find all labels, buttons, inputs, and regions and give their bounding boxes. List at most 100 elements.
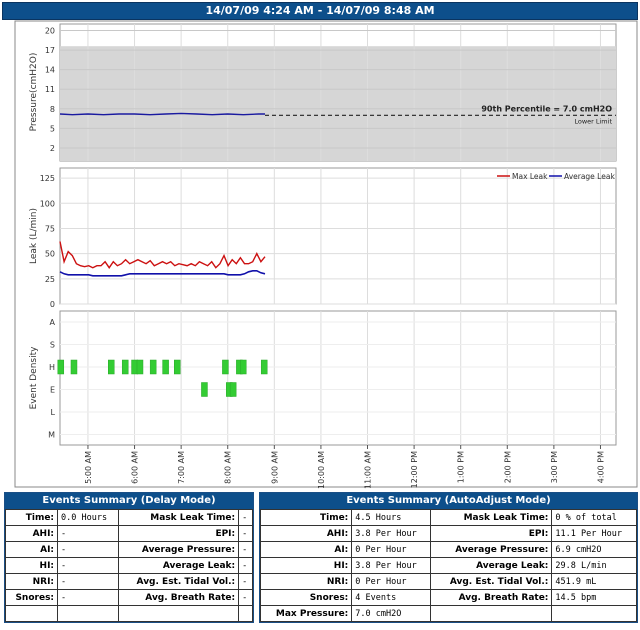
x-tick-label: 8:00 AM: [224, 451, 233, 484]
x-tick-label: 9:00 AM: [270, 451, 279, 484]
summary-label: NRI:: [4, 573, 59, 590]
event-marker: [57, 359, 65, 375]
summary-label: Snores:: [259, 589, 353, 606]
x-tick-label: 3:00 PM: [550, 451, 559, 483]
summary-label: Average Pressure:: [429, 541, 553, 558]
y-tick-label: 2: [50, 144, 55, 153]
x-tick-label: 10:00 AM: [317, 451, 326, 489]
leak-chart: 0 25 50 75 100 125 Leak (L/min) Max Leak Aver…: [29, 167, 617, 309]
summary-label: HI:: [259, 557, 353, 574]
summary-row: AI: 0 Per Hour Average Pressure: 6.9 cmH2O: [259, 541, 637, 558]
summary-value: 4 Events: [351, 589, 431, 606]
summary-row: HI: - Average Leak: -: [4, 557, 253, 574]
event-marker: [136, 359, 144, 375]
x-tick-label: 6:00 AM: [131, 451, 140, 484]
summary-label: Avg. Est. Tidal Vol.:: [429, 573, 553, 590]
summary-value: -: [57, 525, 119, 542]
summary-row: Time: 4.5 Hours Mask Leak Time: 0 % of tota…: [259, 509, 637, 526]
summary-row: Snores: - Avg. Breath Rate: -: [4, 589, 253, 606]
summary-label: Average Leak:: [429, 557, 553, 574]
summary-label: Avg. Breath Rate:: [429, 589, 553, 606]
summary-label: Time:: [259, 509, 353, 526]
summary-label: Avg. Est. Tidal Vol.:: [117, 573, 240, 590]
event-marker: [162, 359, 169, 375]
pressure-y-axis-label: Pressure(cmH2O): [29, 53, 39, 132]
pressure-chart: 2 5 8 11 14 17 20 Pressure(cmH2O) 90th Percent…: [29, 23, 617, 162]
event-density-chart: A S H E L M Event Density: [29, 310, 617, 446]
summary-row: Max Pressure: 7.0 cmH2O: [259, 605, 637, 622]
summary-value: [238, 605, 253, 622]
summary-value: -: [238, 557, 253, 574]
y-tick-label: 125: [40, 174, 55, 183]
event-marker: [229, 382, 237, 397]
summary-label: AHI:: [4, 525, 59, 542]
summary-value: 29.8 L/min: [551, 557, 637, 574]
event-y-axis-label: Event Density: [29, 346, 39, 410]
summary-label: [4, 605, 59, 622]
y-tick-label: 20: [45, 27, 55, 36]
y-tick-label: 50: [45, 250, 55, 259]
summary-label: [117, 605, 240, 622]
summary-value: -: [57, 589, 119, 606]
leak-y-axis-label: Leak (L/min): [29, 208, 39, 264]
event-marker: [108, 359, 115, 375]
summary-label: Avg. Breath Rate:: [117, 589, 240, 606]
summary-value: 7.0 cmH2O: [351, 605, 431, 622]
summary-row: AI: - Average Pressure: -: [4, 541, 253, 558]
autoadjust-summary-table: Time: 4.5 Hours Mask Leak Time: 0 % of tota…: [259, 509, 637, 622]
summary-label: Time:: [4, 509, 59, 526]
summary-row: Snores: 4 Events Avg. Breath Rate: 14.5 bpm: [259, 589, 637, 606]
summary-value: 0 % of total: [551, 509, 637, 526]
event-category-label: M: [48, 431, 55, 440]
event-category-label: E: [50, 386, 55, 395]
y-tick-label: 17: [45, 46, 55, 55]
summary-label: Mask Leak Time:: [117, 509, 240, 526]
summary-label: Average Leak:: [117, 557, 240, 574]
y-tick-label: 25: [45, 275, 55, 284]
summary-value: 14.5 bpm: [551, 589, 637, 606]
event-category-label: L: [51, 408, 56, 417]
summary-row: [4, 605, 253, 622]
summary-value: 3.8 Per Hour: [351, 525, 431, 542]
event-marker: [240, 359, 247, 375]
event-marker: [70, 359, 78, 375]
autoadjust-mode-summary: Events Summary (AutoAdjust Mode) Time: 4.…: [259, 492, 638, 623]
summary-value: -: [238, 525, 253, 542]
y-tick-label: 8: [50, 105, 55, 114]
y-tick-label: 11: [45, 85, 55, 94]
event-marker: [174, 359, 181, 375]
summary-value: -: [57, 573, 119, 590]
summary-label: [429, 605, 553, 622]
summary-label: Average Pressure:: [117, 541, 240, 558]
delay-mode-summary: Events Summary (Delay Mode) Time: 0.0 Hou…: [4, 492, 254, 623]
lower-limit-label: Lower Limit: [574, 117, 612, 125]
summary-label: Snores:: [4, 589, 59, 606]
summary-value: 0.0 Hours: [57, 509, 119, 526]
x-tick-label: 5:00 AM: [84, 451, 93, 484]
summary-value: [551, 605, 637, 622]
summary-value: 4.5 Hours: [351, 509, 431, 526]
x-tick-label: 4:00 PM: [596, 451, 605, 483]
summary-value: 0 Per Hour: [351, 573, 431, 590]
summary-value: -: [57, 557, 119, 574]
delay-summary-table: Time: 0.0 Hours Mask Leak Time: - AHI: - EPI: -…: [4, 509, 253, 622]
summary-value: 0 Per Hour: [351, 541, 431, 558]
summary-row: AHI: 3.8 Per Hour EPI: 11.1 Per Hour: [259, 525, 637, 542]
summary-row: NRI: - Avg. Est. Tidal Vol.: -: [4, 573, 253, 590]
summary-label: EPI:: [429, 525, 553, 542]
summary-value: -: [238, 541, 253, 558]
event-marker: [260, 359, 268, 375]
x-tick-label: 11:00 AM: [364, 451, 373, 489]
event-marker: [149, 359, 157, 375]
summary-row: NRI: 0 Per Hour Avg. Est. Tidal Vol.: 451.9…: [259, 573, 637, 590]
delay-summary-title: Events Summary (Delay Mode): [5, 493, 253, 509]
summary-label: Mask Leak Time:: [429, 509, 553, 526]
summary-label: AI:: [259, 541, 353, 558]
summary-value: 6.9 cmH2O: [551, 541, 637, 558]
y-tick-label: 0: [50, 300, 55, 309]
event-marker: [201, 382, 208, 397]
legend-average-leak: Average Leak: [564, 172, 615, 181]
y-tick-label: 75: [45, 224, 55, 233]
event-category-label: H: [49, 363, 55, 372]
pressure-series-line: [59, 112, 265, 116]
